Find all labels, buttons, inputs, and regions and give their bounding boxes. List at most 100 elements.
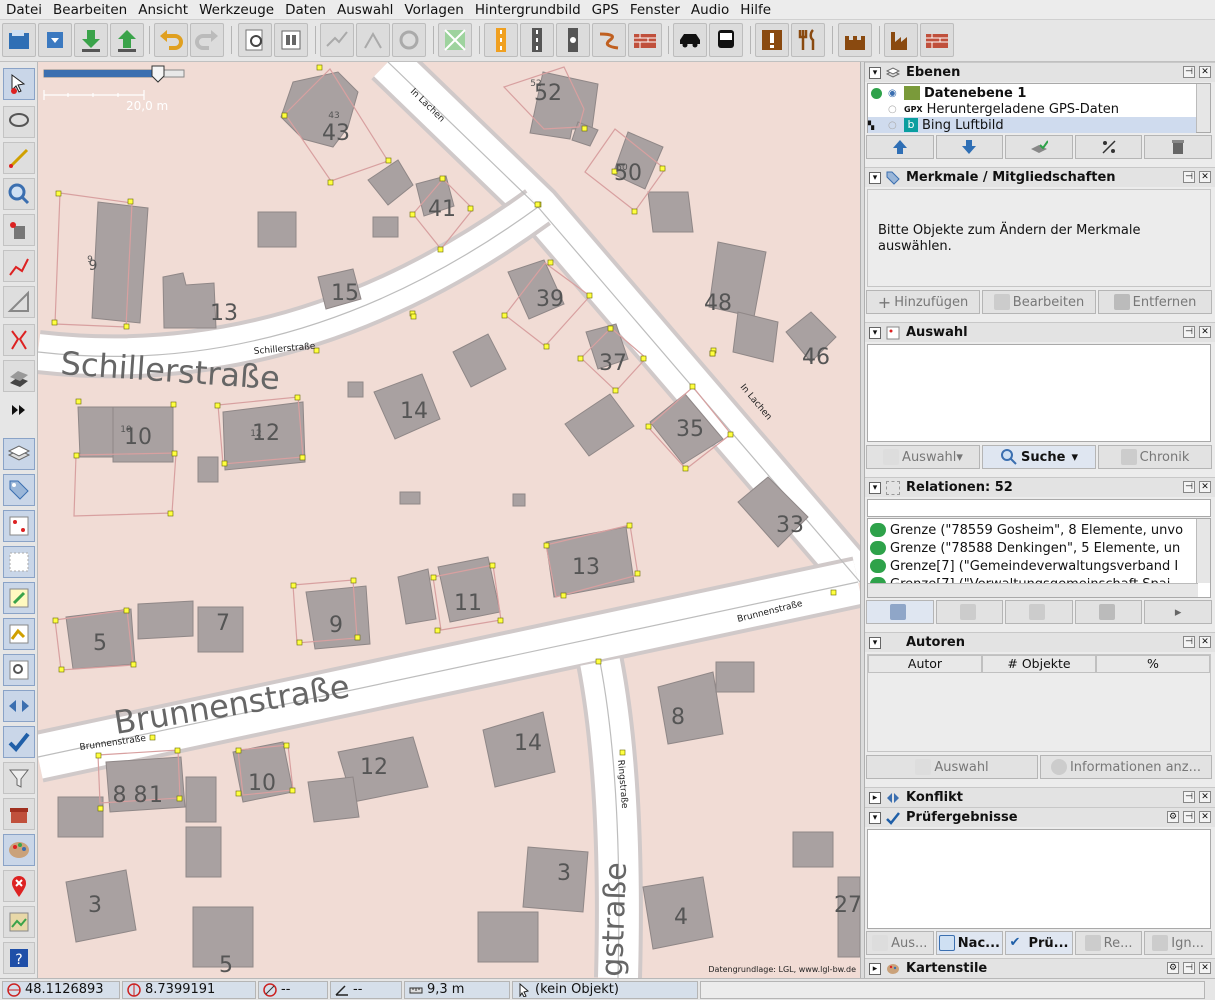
column-header[interactable]: # Objekte [982, 655, 1096, 673]
download-button[interactable] [38, 23, 72, 57]
pin-icon[interactable]: ⊣ [1183, 791, 1195, 803]
imagery-toggle-button[interactable] [3, 906, 35, 938]
history-toggle-button[interactable] [3, 546, 35, 578]
pin-icon[interactable]: ⊣ [1183, 811, 1195, 823]
relation-row[interactable]: Grenze ("78588 Denkingen", 5 Elemente, u… [868, 539, 1198, 557]
collapse-icon[interactable]: ▾ [869, 636, 881, 649]
menu-ansicht[interactable]: Ansicht [132, 2, 193, 18]
conflict-panel-header[interactable]: ▸ Konflikt ⊣ ✕ [865, 787, 1215, 807]
relation-menu-button[interactable]: ▸ [1144, 600, 1212, 624]
danger-button[interactable] [755, 23, 789, 57]
opacity-button[interactable] [1074, 135, 1143, 159]
lasso-tool-button[interactable] [3, 106, 35, 138]
validator-fix-button[interactable]: Re... [1074, 931, 1143, 955]
filter-toggle-button[interactable] [3, 762, 35, 794]
delete-layer-button[interactable] [1144, 135, 1212, 159]
conflict-toggle-button[interactable] [3, 690, 35, 722]
close-icon[interactable]: ✕ [1199, 171, 1211, 183]
settings-icon[interactable]: ⚙ [1167, 811, 1179, 823]
column-header[interactable]: Autor [868, 655, 982, 673]
zoom-tool-button[interactable] [3, 178, 35, 210]
car-button[interactable] [673, 23, 707, 57]
pin-icon[interactable]: ⊣ [1183, 636, 1195, 648]
undo-button[interactable] [154, 23, 188, 57]
delete-relation-button[interactable] [1074, 600, 1143, 624]
validator-list[interactable] [867, 829, 1211, 929]
close-icon[interactable]: ✕ [1199, 811, 1211, 823]
edit-tag-button[interactable]: Bearbeiten [982, 290, 1096, 314]
remove-tag-button[interactable]: Entfernen [1098, 290, 1212, 314]
refresh-button[interactable] [392, 23, 426, 57]
map-view[interactable]: 52 43 9 13 15 41 50 39 48 37 46 35 10 12… [38, 62, 860, 978]
eye-icon[interactable]: ◉ [888, 88, 900, 99]
authors-select-button[interactable]: Auswahl [866, 755, 1038, 779]
relation-row[interactable]: Grenze ("78559 Gosheim", 8 Elemente, unv… [868, 521, 1198, 539]
tags-toggle-button[interactable] [3, 474, 35, 506]
building-tool-button[interactable] [3, 360, 35, 392]
eye-icon[interactable]: ○ [888, 120, 900, 131]
pin-icon[interactable]: ⊣ [1183, 481, 1195, 493]
layers-panel-header[interactable]: ▾ Ebenen ⊣ ✕ [865, 62, 1215, 82]
authors-panel-header[interactable]: ▾ Autoren ⊣ ✕ [865, 632, 1215, 652]
wireframe-button[interactable] [438, 23, 472, 57]
delete-tool-button[interactable] [3, 214, 35, 246]
brick-wall-button[interactable] [920, 23, 954, 57]
notes-toggle-button[interactable] [3, 582, 35, 614]
wall-button[interactable] [628, 23, 662, 57]
close-icon[interactable]: ✕ [1199, 791, 1211, 803]
history-button[interactable]: Chronik [1098, 445, 1212, 469]
track-button[interactable] [556, 23, 590, 57]
validator-panel-header[interactable]: ▾ Prüfergebnisse ⚙ ⊣ ✕ [865, 807, 1215, 827]
expand-icon[interactable]: ▸ [869, 791, 881, 804]
menu-gps[interactable]: GPS [586, 2, 624, 18]
draw-tool-button[interactable] [3, 142, 35, 174]
tags-panel-header[interactable]: ▾ Merkmale / Mitgliedschaften ⊣ ✕ [865, 167, 1215, 187]
relations-vscrollbar[interactable] [1196, 519, 1210, 583]
collapse-icon[interactable]: ▾ [869, 811, 881, 824]
expand-icon[interactable]: ▸ [869, 962, 881, 975]
relations-hscrollbar[interactable] [868, 583, 1198, 597]
preferences-button[interactable] [238, 23, 272, 57]
relations-filter-input[interactable] [867, 499, 1211, 517]
merge-nodes-button[interactable] [356, 23, 390, 57]
collapse-icon[interactable]: ▾ [869, 66, 881, 79]
help-toggle-button[interactable]: ? [3, 942, 35, 974]
pin-icon[interactable]: ⊣ [1183, 66, 1195, 78]
relations-panel-header[interactable]: ▾ Relationen: 52 ⊣ ✕ [865, 477, 1215, 497]
activate-layer-button[interactable] [1005, 135, 1073, 159]
remove-toggle-button[interactable] [3, 870, 35, 902]
selection-panel-header[interactable]: ▾ Auswahl ⊣ ✕ [865, 322, 1215, 342]
commands-toggle-button[interactable] [3, 654, 35, 686]
validator-ignore-button[interactable]: Ign... [1144, 931, 1212, 955]
layers-scrollbar[interactable] [1196, 84, 1210, 132]
validator-select-button[interactable]: Aus... [866, 931, 934, 955]
select-button[interactable]: Auswahl ▾ [866, 445, 980, 469]
restaurant-button[interactable] [791, 23, 825, 57]
move-down-button[interactable] [935, 135, 1004, 159]
relations-toggle-button[interactable] [3, 618, 35, 650]
road-minor-button[interactable] [520, 23, 554, 57]
split-tool-button[interactable] [3, 324, 35, 356]
duplicate-relation-button[interactable] [1005, 600, 1073, 624]
close-icon[interactable]: ✕ [1199, 326, 1211, 338]
download-data-button[interactable] [74, 23, 108, 57]
search-button[interactable]: Suche ▾ [982, 445, 1096, 469]
validator-toggle-button[interactable] [3, 726, 35, 758]
toggle-button[interactable] [274, 23, 308, 57]
parallel-tool-button[interactable] [3, 250, 35, 282]
layer-row[interactable]: ▚ ○ b Bing Luftbild [868, 117, 1196, 133]
menu-werkzeuge[interactable]: Werkzeuge [193, 2, 279, 18]
add-tag-button[interactable]: + Hinzufügen [866, 290, 980, 314]
pin-icon[interactable]: ⊣ [1183, 171, 1195, 183]
layer-row[interactable]: ◉ Datenebene 1 [868, 85, 1196, 101]
close-icon[interactable]: ✕ [1199, 481, 1211, 493]
menu-audio[interactable]: Audio [685, 2, 734, 18]
menu-daten[interactable]: Daten [279, 2, 331, 18]
menu-vorlagen[interactable]: Vorlagen [398, 2, 468, 18]
settings-icon[interactable]: ⚙ [1167, 962, 1179, 974]
simplify-button[interactable] [320, 23, 354, 57]
mapstyles-panel-header[interactable]: ▸ Kartenstile ⚙ ⊣ ✕ [865, 958, 1215, 978]
menu-bearbeiten[interactable]: Bearbeiten [47, 2, 132, 18]
menu-fenster[interactable]: Fenster [624, 2, 685, 18]
select-tool-button[interactable] [3, 68, 35, 100]
